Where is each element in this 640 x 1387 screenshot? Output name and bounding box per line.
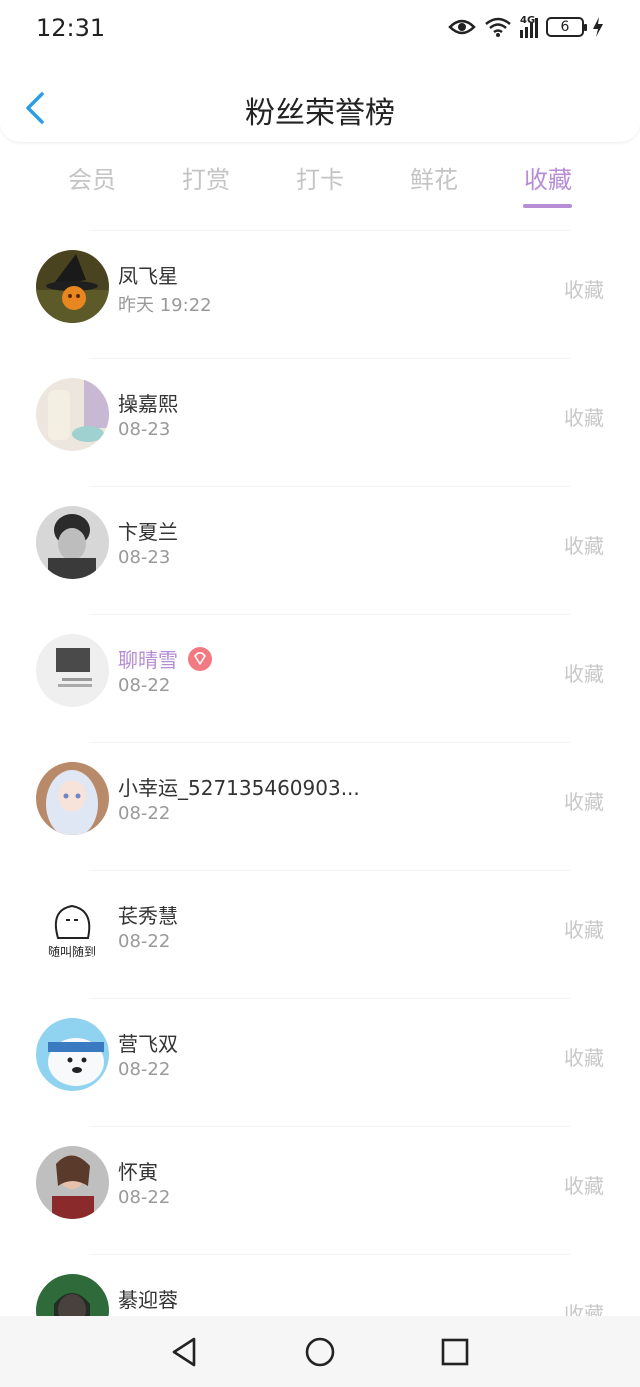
- fan-date: 08-22: [118, 675, 171, 696]
- svg-text:随叫随到: 随叫随到: [48, 944, 96, 959]
- home-circle-icon[interactable]: [302, 1334, 338, 1370]
- fan-name: 綦迎蓉: [118, 1288, 178, 1312]
- list-item[interactable]: 操嘉熙 08-23 收藏: [0, 358, 640, 486]
- status-bar: 12:31 4G 6: [0, 0, 640, 60]
- fan-name: 营飞双: [118, 1032, 178, 1056]
- favorite-label: 收藏: [564, 278, 604, 302]
- tab-favorites[interactable]: 收藏: [498, 160, 598, 195]
- avatar[interactable]: [36, 1146, 109, 1219]
- fan-date: 08-22: [118, 1187, 171, 1208]
- fan-date: 08-22: [118, 803, 171, 824]
- divider: [90, 614, 570, 615]
- fan-date: 08-23: [118, 547, 171, 568]
- avatar[interactable]: [36, 250, 109, 323]
- status-time: 12:31: [36, 14, 106, 42]
- favorite-label: 收藏: [564, 790, 604, 814]
- favorite-label: 收藏: [564, 406, 604, 430]
- network-type-label: 4G: [520, 15, 536, 26]
- favorite-label: 收藏: [564, 918, 604, 942]
- avatar[interactable]: [36, 762, 109, 835]
- vip-badge-icon: [188, 647, 212, 671]
- fan-name-vip: 聊晴雪: [118, 644, 212, 673]
- header-bar: 12:31 4G 6 粉丝荣誉榜: [0, 0, 640, 142]
- battery-level: 6: [560, 19, 570, 35]
- divider: [90, 870, 570, 871]
- recents-square-icon[interactable]: [437, 1334, 473, 1370]
- fan-date: 昨天 19:22: [118, 295, 212, 316]
- fan-date: 08-23: [118, 419, 171, 440]
- list-item[interactable]: 小幸运_527135460903... 08-22 收藏: [0, 742, 640, 870]
- tab-members[interactable]: 会员: [42, 160, 142, 195]
- fan-name: 凤飞星: [118, 264, 178, 288]
- divider: [90, 230, 570, 231]
- divider: [90, 1254, 570, 1255]
- divider: [90, 1126, 570, 1127]
- fan-date: 08-22: [118, 1059, 171, 1080]
- list-item[interactable]: 卞夏兰 08-23 收藏: [0, 486, 640, 614]
- list-item[interactable]: 随叫随到 苌秀慧 08-22 收藏: [0, 870, 640, 998]
- tab-flowers[interactable]: 鲜花: [384, 160, 484, 195]
- fan-name: 小幸运_527135460903...: [118, 776, 360, 800]
- list-item[interactable]: 聊晴雪 08-22 收藏: [0, 614, 640, 742]
- list-item[interactable]: 营飞双 08-22 收藏: [0, 998, 640, 1126]
- system-nav-bar: [0, 1316, 640, 1387]
- avatar[interactable]: [36, 634, 109, 707]
- avatar[interactable]: [36, 1018, 109, 1091]
- avatar[interactable]: [36, 506, 109, 579]
- list-item[interactable]: 凤飞星 昨天 19:22 收藏: [0, 230, 640, 358]
- fan-date: 08-22: [118, 931, 171, 952]
- avatar[interactable]: [36, 378, 109, 451]
- favorite-label: 收藏: [564, 534, 604, 558]
- charging-icon: [593, 17, 603, 37]
- page-title: 粉丝荣誉榜: [245, 96, 395, 131]
- status-icons: 4G 6: [448, 16, 604, 38]
- fan-name: 卞夏兰: [118, 520, 178, 544]
- eye-icon: [448, 19, 476, 35]
- divider: [90, 742, 570, 743]
- favorite-label: 收藏: [564, 662, 604, 686]
- back-triangle-icon[interactable]: [166, 1334, 202, 1370]
- divider: [90, 998, 570, 999]
- cellular-signal: 4G: [520, 16, 538, 38]
- fan-name: 操嘉熙: [118, 392, 178, 416]
- avatar[interactable]: 随叫随到: [36, 890, 109, 963]
- fan-name: 苌秀慧: [118, 904, 178, 928]
- wifi-icon: [485, 17, 511, 37]
- divider: [90, 358, 570, 359]
- favorite-label: 收藏: [564, 1174, 604, 1198]
- active-tab-indicator: [523, 204, 572, 208]
- fan-name: 聊晴雪: [118, 648, 178, 672]
- divider: [90, 486, 570, 487]
- favorite-label: 收藏: [564, 1046, 604, 1070]
- tab-checkin[interactable]: 打卡: [270, 160, 370, 195]
- battery-indicator: 6: [546, 17, 587, 37]
- fan-name: 怀寅: [118, 1160, 158, 1184]
- tab-rewards[interactable]: 打赏: [156, 160, 256, 195]
- list-item[interactable]: 怀寅 08-22 收藏: [0, 1126, 640, 1254]
